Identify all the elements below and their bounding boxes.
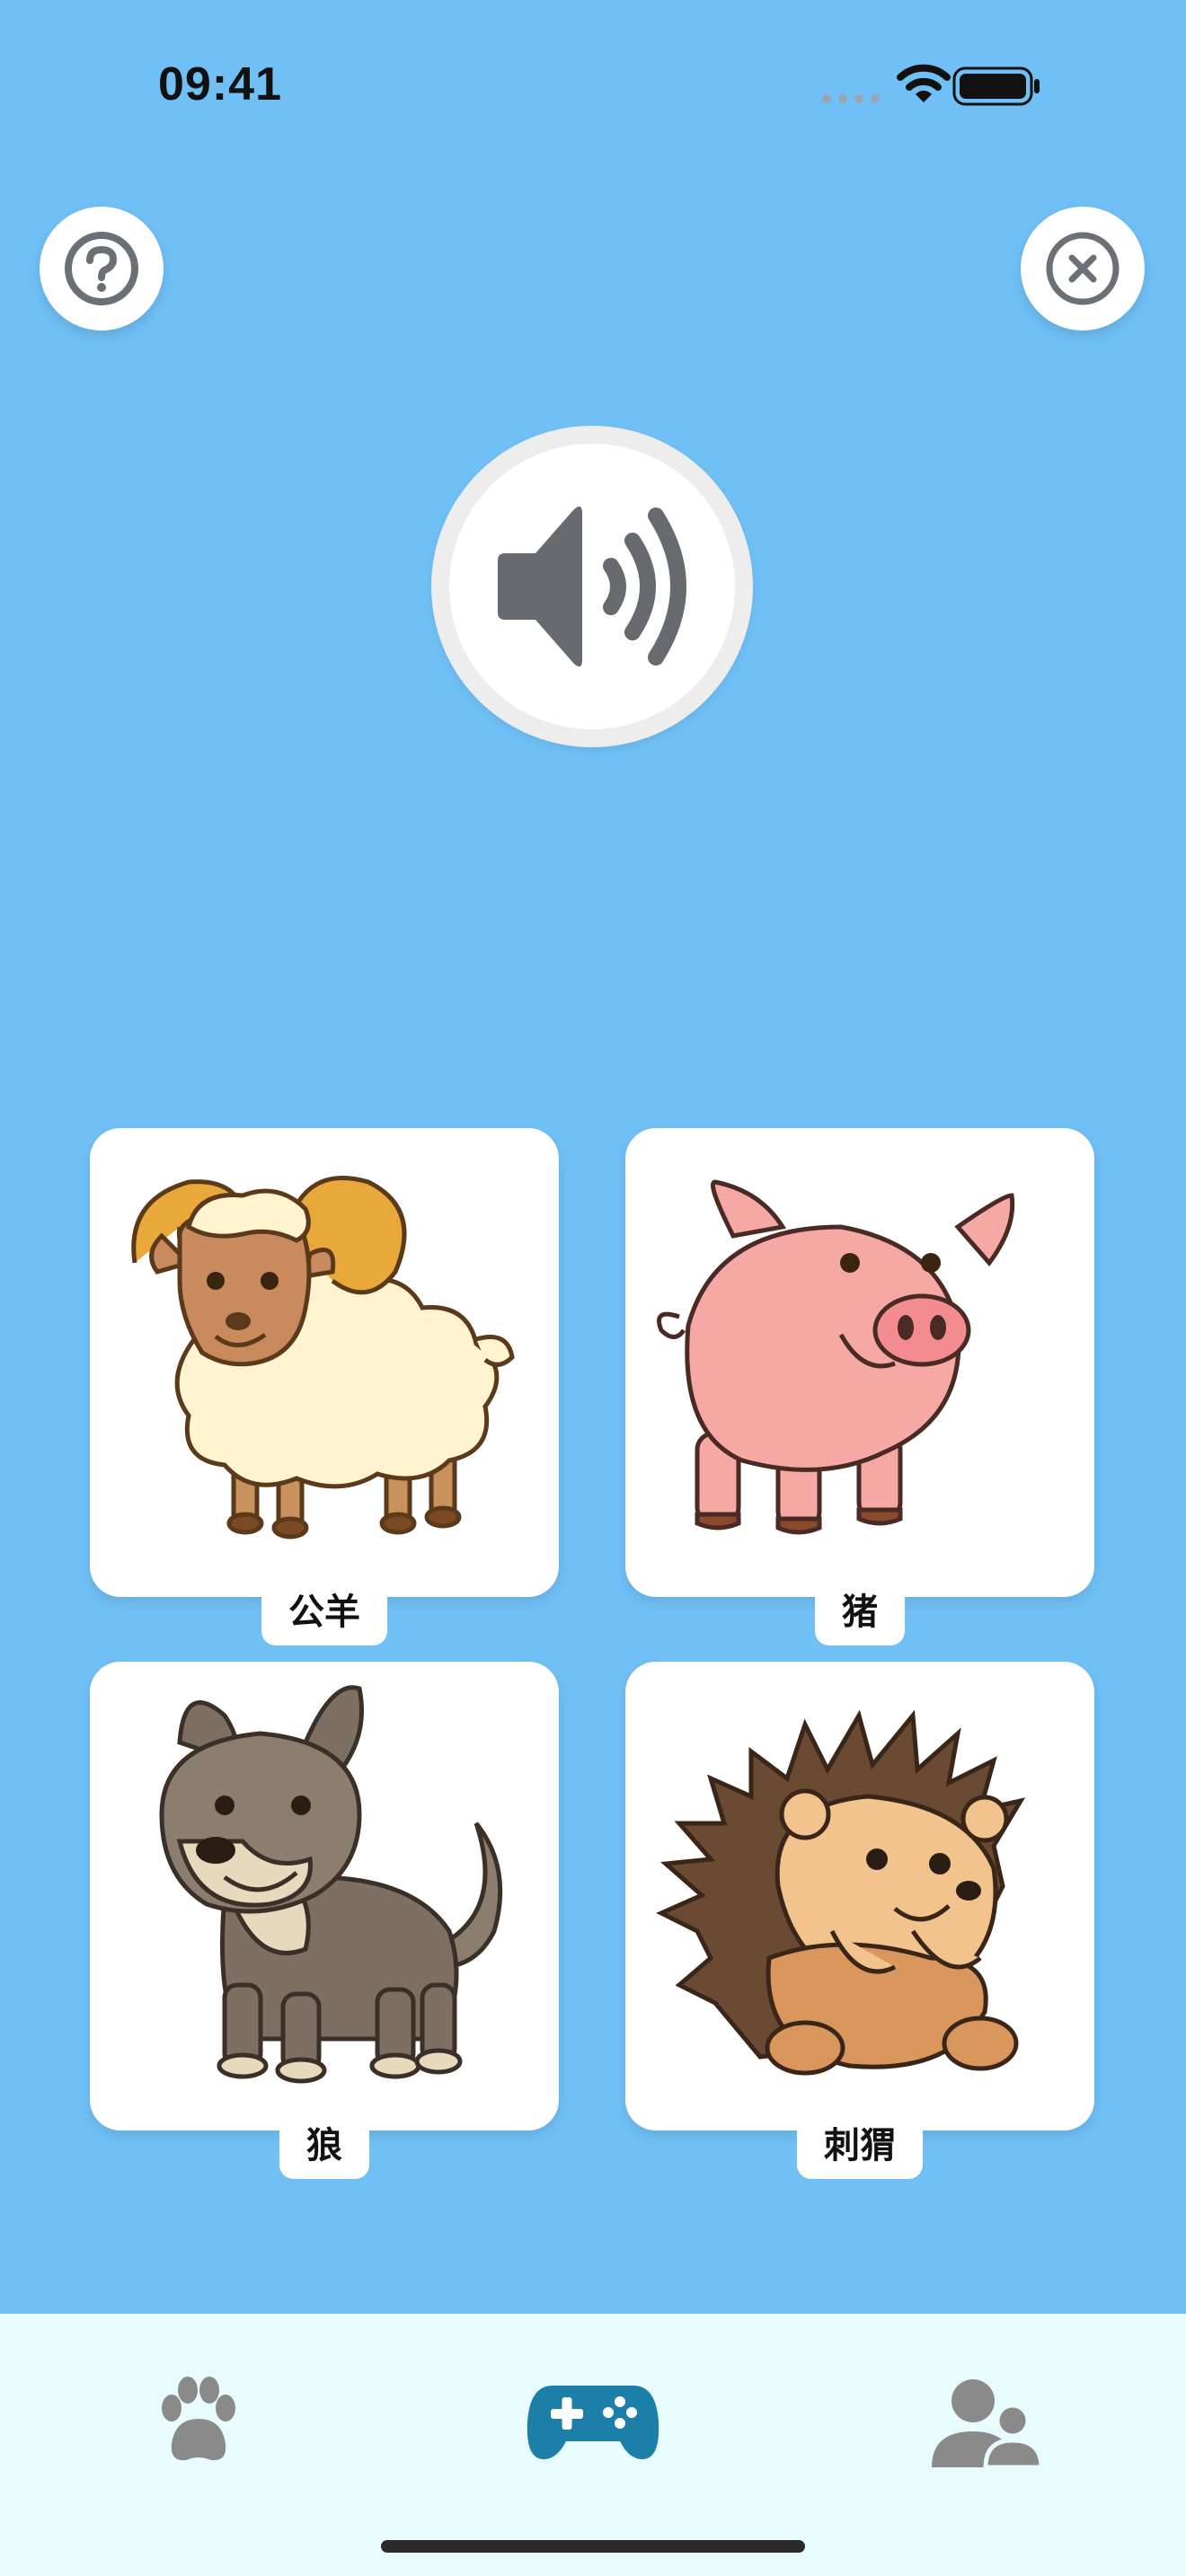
play-sound-button[interactable] xyxy=(431,426,753,747)
card-label: 猪 xyxy=(815,1575,905,1645)
question-circle-icon xyxy=(65,232,138,305)
wolf-illustration xyxy=(159,1685,503,2084)
card-label: 狼 xyxy=(279,2109,369,2179)
answer-card-ram[interactable]: 公羊 xyxy=(90,1128,559,1645)
hedgehog-illustration xyxy=(656,1709,1026,2076)
tab-animals[interactable] xyxy=(126,2359,270,2484)
pig-illustration xyxy=(657,1179,1015,1535)
people-icon xyxy=(932,2379,1044,2470)
gamepad-icon xyxy=(527,2386,659,2459)
card-label: 公羊 xyxy=(261,1575,387,1645)
battery-icon xyxy=(952,66,1040,106)
help-button[interactable] xyxy=(40,207,164,331)
tab-games[interactable] xyxy=(521,2359,665,2484)
answer-card-wolf[interactable]: 狼 xyxy=(90,1662,559,2179)
ram-illustration xyxy=(131,1176,515,1539)
home-indicator xyxy=(381,2540,805,2553)
status-indicators xyxy=(809,63,1078,108)
cellular-signal-icon xyxy=(822,94,880,103)
close-button[interactable] xyxy=(1021,207,1145,331)
close-circle-icon xyxy=(1046,232,1120,305)
answer-card-pig[interactable]: 猪 xyxy=(625,1128,1094,1645)
paw-icon xyxy=(162,2377,235,2461)
tab-bar xyxy=(0,2314,1186,2576)
wifi-icon xyxy=(897,64,951,102)
tab-profile[interactable] xyxy=(916,2359,1060,2484)
card-label: 刺猬 xyxy=(797,2109,923,2179)
answer-card-hedgehog[interactable]: 刺猬 xyxy=(625,1662,1094,2179)
speaker-wave-icon xyxy=(498,506,686,667)
status-time: 09:41 xyxy=(158,58,282,110)
